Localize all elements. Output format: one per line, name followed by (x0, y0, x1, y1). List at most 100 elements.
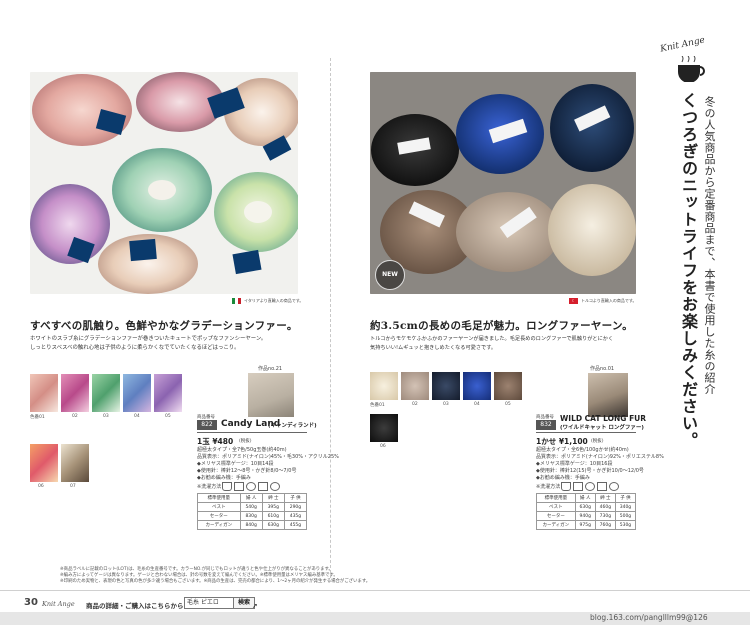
left-desc-line-2: しっとりスベスベの触れ心地は子供のように柔らかくなでていたくなるほどはっこり。 (30, 345, 240, 351)
footer-brand: Knit Ange (42, 600, 75, 608)
left-wash-label: ※洗濯方法 (197, 484, 222, 490)
right-price: 1かせ ¥1,100 (536, 437, 588, 446)
right-headline: 約3.5cmの長めの毛足が魅力。ロングファーヤーン。 (370, 320, 633, 332)
table-cell: ベスト (197, 502, 241, 512)
right-desc-line-1: トルコからモケモケふかふかのファーヤーンが届きました。毛足長めのロングファーで肌… (370, 336, 614, 342)
swatch-06 (30, 444, 58, 482)
table-cell: 290g (283, 502, 308, 512)
table-header: 婦 人 (239, 493, 263, 503)
footnote-line-3: ※印刷のため実物と、表現の色と写真の色が多少違う場合もございます。※商品の生産は… (60, 579, 371, 584)
table-cell: セーター (536, 511, 576, 521)
swatch-03 (432, 372, 460, 400)
swatch-01 (370, 372, 398, 400)
left-spec-3: ◆メリヤス標準ゲージ：10目14段 (197, 461, 274, 467)
wash-care-icons (561, 482, 619, 491)
table-cell: 460g (594, 502, 616, 512)
swatch-label: 05 (165, 414, 171, 419)
swatch-label: 色番01 (370, 403, 385, 408)
table-cell: カーディガン (197, 520, 241, 530)
table-row: カーディガン 840g 630g 455g (197, 520, 308, 530)
page-spine (330, 58, 331, 578)
table-cell: 530g (614, 520, 637, 530)
swatch-label: 03 (103, 414, 109, 419)
right-desc-line-2: 気持ちいい!ムギュッと抱きしめたくなる可愛さです。 (370, 345, 497, 351)
right-price-note: (税抜) (591, 439, 604, 444)
swatch-03 (92, 374, 120, 412)
swatch-label: 02 (412, 402, 418, 407)
table-cell: カーディガン (536, 520, 576, 530)
swatch-02 (401, 372, 429, 400)
table-cell: 500g (614, 511, 637, 521)
vertical-title: くつろぎのニットライフをお楽しみください。 (679, 92, 698, 449)
right-work-no: 作品no.01 (590, 366, 615, 372)
left-spec-4: ◆使用針：棒針12〜8号・かぎ針8/0〜7/0号 (197, 468, 297, 474)
swatch-06 (370, 414, 398, 442)
left-knitwork-photo (248, 373, 294, 417)
table-cell: 975g (574, 520, 596, 530)
swatch-label: 07 (70, 484, 76, 489)
swatch-04 (463, 372, 491, 400)
right-product-name: WILD CAT LONG FUR (560, 414, 647, 423)
table-header: 子 供 (614, 493, 637, 503)
left-spec-2: 品質表示：ポリアミド(ナイロン)45%・毛30%・アクリル25% (197, 454, 339, 460)
swatch-05 (154, 374, 182, 412)
swatch-label: 色番01 (30, 415, 45, 420)
left-usage-table: 標準使用量 婦 人 紳 士 子 供 ベスト 540g 395g 290g セータ… (197, 493, 308, 530)
right-spec-1: 超極太タイプ・全6色/100gかせ(約40m) (536, 447, 629, 453)
italy-flag-icon (232, 298, 241, 304)
wash-care-icons (222, 482, 280, 491)
swatch-label: 04 (474, 402, 480, 407)
right-spec-4: ◆使用針：棒針12(15)号・かぎ針10/0〜12/0号 (536, 468, 644, 474)
table-cell: 540g (239, 502, 263, 512)
swatch-02 (61, 374, 89, 412)
left-flag-caption: イタリアより直輸入の商品です。 (244, 298, 304, 303)
swatch-label: 06 (380, 444, 386, 449)
left-product-no-badge: 822 (197, 420, 217, 430)
table-cell: 830g (239, 511, 263, 521)
left-spec-1: 超極太タイプ・全7色/50g玉巻(約40m) (197, 447, 287, 453)
table-cell: 630g (261, 520, 285, 530)
left-spec-5: ◆お勧め編み機：手編み (197, 475, 251, 481)
vertical-subtitle: 冬の人気商品から定番商品まで、本書で使用した糸の紹介 (703, 96, 716, 395)
candy-land-photo (30, 72, 298, 294)
table-cell: 630g (574, 502, 596, 512)
new-badge: NEW (375, 260, 405, 290)
page-number: 30 (24, 597, 38, 608)
coffee-cup-icon (676, 55, 710, 86)
swatch-label: 05 (505, 402, 511, 407)
right-product-rule (536, 432, 636, 433)
right-product-name-jp: (ワイルドキャット ロングファー) (560, 425, 644, 431)
table-cell: 940g (574, 511, 596, 521)
left-desc-line-1: ホワイトのスラブ糸にグラデーションファーが巻きついたキュートでポップなファンシー… (30, 336, 267, 342)
table-cell: 455g (283, 520, 308, 530)
left-work-no: 作品no.21 (258, 366, 283, 372)
table-row: カーディガン 975g 760g 530g (536, 520, 637, 530)
table-cell: 760g (594, 520, 616, 530)
swatch-04 (123, 374, 151, 412)
right-spec-5: ◆お勧め編み機：手編み (536, 475, 590, 481)
table-header: 婦 人 (574, 493, 596, 503)
left-headline: すべすべの肌触り。色鮮やかなグラデーションファー。 (30, 320, 298, 332)
knit-ange-logo: Knit Ange (659, 35, 706, 55)
table-cell: セーター (197, 511, 241, 521)
swatch-label: 03 (443, 402, 449, 407)
right-knitwork-photo (588, 373, 628, 417)
swatch-01 (30, 374, 58, 412)
footer-rule (0, 590, 750, 591)
table-cell: 435g (283, 511, 308, 521)
footer-search-input[interactable]: 毛糸 ピエロ (184, 597, 234, 609)
swatch-label: 04 (134, 414, 140, 419)
table-cell: ベスト (536, 502, 576, 512)
cursor-icon: ➚ (252, 602, 258, 610)
right-spec-3: ◆メリヤス標準ゲージ：10目16段 (536, 461, 613, 467)
table-cell: 730g (594, 511, 616, 521)
left-product-name-jp: (キャンディランド) (268, 423, 317, 429)
table-header: 紳 士 (261, 493, 285, 503)
turkey-flag-icon: ☾ (569, 298, 578, 304)
table-cell: 340g (614, 502, 637, 512)
table-header: 紳 士 (594, 493, 616, 503)
left-price: 1玉 ¥480 (197, 437, 234, 446)
footer-info-text: 商品の詳細・ご購入はこちらから→ (86, 602, 189, 610)
swatch-05 (494, 372, 522, 400)
table-header: 標準使用量 (197, 493, 241, 503)
